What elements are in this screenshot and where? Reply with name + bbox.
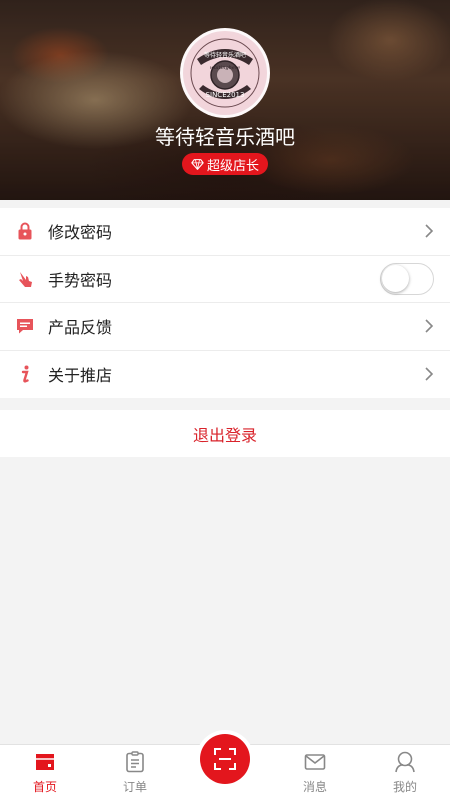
info-icon	[14, 363, 36, 385]
scan-icon	[214, 748, 236, 770]
menu-item-label: 关于推店	[48, 368, 113, 386]
store-manager-badge: 超级店长	[182, 153, 268, 175]
shop-icon	[36, 754, 54, 770]
tab-label: 消息	[302, 780, 327, 794]
tab-label: 订单	[122, 780, 147, 794]
lock-icon	[14, 220, 36, 242]
store-name: 等待轻音乐酒吧	[155, 127, 295, 149]
chevron-right-icon	[425, 319, 434, 333]
menu-item-about[interactable]: 关于推店	[0, 351, 450, 399]
bottom-tab-bar: 首页 订单 消息 我的	[0, 734, 450, 800]
gesture-password-toggle[interactable]	[380, 262, 434, 295]
chevron-right-icon	[425, 367, 434, 381]
feedback-chat-icon	[14, 315, 36, 337]
tab-profile[interactable]: 我的	[360, 744, 450, 800]
user-icon	[395, 751, 415, 773]
menu-item-label: 修改密码	[48, 225, 113, 243]
clipboard-icon	[126, 751, 144, 773]
menu-item-gesture-password: 手势密码	[0, 256, 450, 303]
settings-menu: 修改密码 手势密码 产品反馈 关于推店	[0, 208, 450, 398]
avatar-logo-text-top: 等待轻音乐酒吧	[204, 51, 246, 59]
tab-scan	[180, 734, 270, 800]
bar-logo-icon: 等待轻音乐酒吧 waitinghere SINCE2013	[185, 33, 265, 113]
toggle-knob	[382, 264, 409, 292]
tab-home[interactable]: 首页	[0, 744, 90, 800]
tab-orders[interactable]: 订单	[90, 744, 180, 800]
chevron-right-icon	[425, 224, 434, 238]
store-avatar[interactable]: 等待轻音乐酒吧 waitinghere SINCE2013	[180, 28, 270, 118]
diamond-icon	[191, 158, 204, 170]
tab-messages[interactable]: 消息	[270, 744, 360, 800]
menu-item-label: 手势密码	[48, 272, 113, 290]
badge-label: 超级店长	[206, 157, 259, 173]
avatar-logo-text-bottom: SINCE2013	[206, 91, 245, 99]
profile-header: 等待轻音乐酒吧 waitinghere SINCE2013 等待轻音乐酒吧 超级…	[0, 0, 450, 200]
tab-label: 我的	[392, 780, 417, 794]
scan-button[interactable]	[200, 734, 250, 784]
menu-item-change-password[interactable]: 修改密码	[0, 208, 450, 256]
tab-label: 首页	[32, 780, 57, 794]
avatar-logo-text-middle: waitinghere	[210, 65, 240, 71]
mail-icon	[304, 754, 326, 770]
gesture-hand-icon	[14, 268, 36, 290]
logout-button[interactable]: 退出登录	[0, 410, 450, 457]
menu-item-label: 产品反馈	[48, 320, 113, 338]
menu-item-product-feedback[interactable]: 产品反馈	[0, 303, 450, 351]
